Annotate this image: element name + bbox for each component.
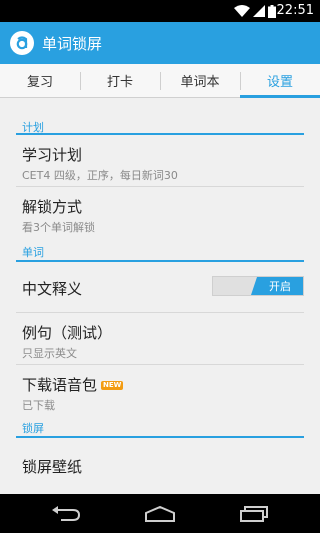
setting-title: 例句（测试） [22,324,113,342]
status-icons [234,4,276,18]
settings-list: 计划 学习计划 CET4 四级，正序，每日新词30 解锁方式 看3个单词解锁 单… [0,99,320,494]
setting-study-plan[interactable]: 学习计划 CET4 四级，正序，每日新词30 [0,135,320,186]
status-time: 22:51 [276,3,314,18]
battery-icon [268,4,276,18]
status-bar: 22:51 [0,0,320,22]
chinese-meaning-toggle[interactable]: 开启 [212,276,304,296]
tab-checkin[interactable]: 打卡 [80,64,160,97]
setting-title-text: 下载语音包 [22,376,98,394]
tab-wordbook[interactable]: 单词本 [160,64,240,97]
setting-example-sentence[interactable]: 例句（测试） 只显示英文 [0,313,320,364]
setting-title: 锁屏壁纸 [22,458,83,476]
setting-subtitle: 看3个单词解锁 [22,221,95,234]
navigation-bar [0,494,320,533]
toggle-on-label: 开启 [251,277,303,295]
back-icon[interactable] [48,504,84,524]
setting-lock-wallpaper[interactable]: 锁屏壁纸 [0,438,320,482]
setting-subtitle: CET4 四级，正序，每日新词30 [22,169,178,182]
new-badge: NEW [101,381,124,390]
setting-unlock-mode[interactable]: 解锁方式 看3个单词解锁 [0,187,320,238]
action-bar: 单词锁屏 [0,22,320,64]
setting-chinese-meaning[interactable]: 中文释义 开启 [0,262,320,312]
setting-title: 下载语音包 NEW [22,374,298,395]
tab-settings[interactable]: 设置 [240,64,320,98]
section-header-words: 单词 [0,238,320,262]
section-header-plan: 计划 [0,99,320,135]
setting-title: 学习计划 [22,146,83,164]
home-icon[interactable] [142,504,178,524]
setting-subtitle: 已下载 [22,399,55,412]
wifi-icon [234,5,250,17]
setting-subtitle: 只显示英文 [22,347,77,360]
app-logo-icon[interactable] [10,31,34,55]
setting-title: 解锁方式 [22,198,83,216]
section-header-lockscreen: 锁屏 [0,416,320,438]
tab-bar: 复习 打卡 单词本 设置 [0,64,320,98]
app-title: 单词锁屏 [42,35,103,53]
signal-icon [253,5,265,17]
setting-voice-pack[interactable]: 下载语音包 NEW 已下载 [0,365,320,416]
tab-review[interactable]: 复习 [0,64,80,97]
recent-apps-icon[interactable] [236,504,272,524]
